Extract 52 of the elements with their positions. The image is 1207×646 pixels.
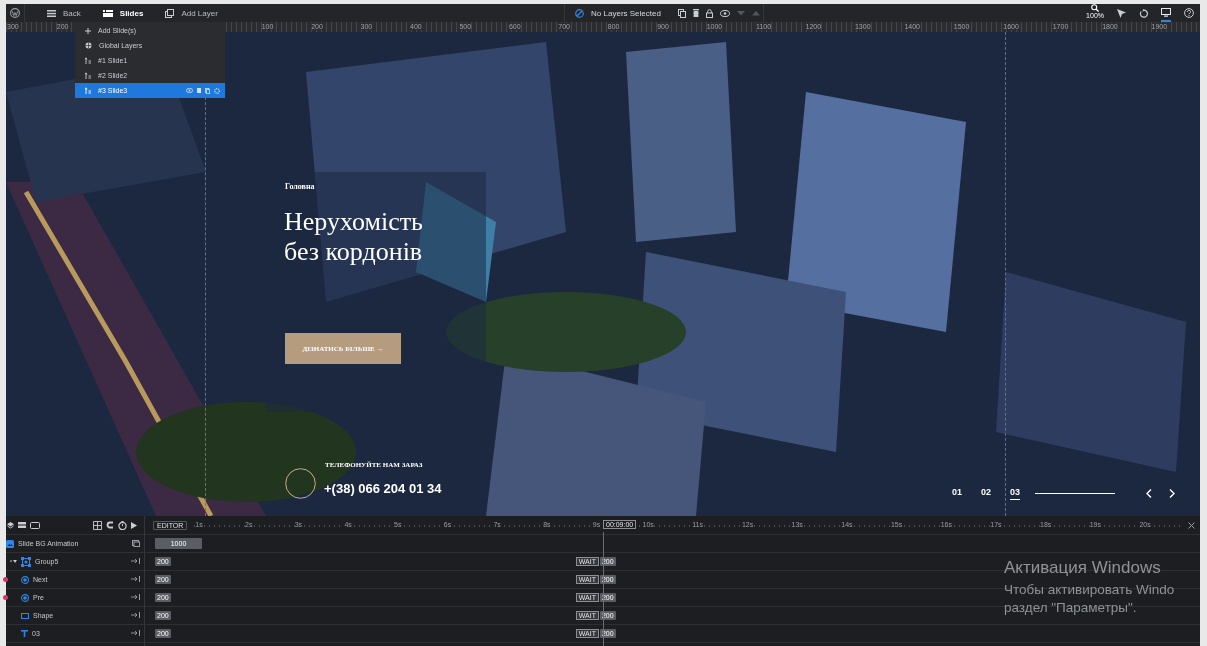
slide-icon [85, 87, 91, 94]
text-layer-icon [21, 630, 28, 637]
group-icon [21, 556, 31, 567]
toolbar-button[interactable]: Slides [94, 4, 152, 22]
slide-number[interactable]: 03 [1010, 487, 1021, 500]
globe-icon [85, 42, 92, 49]
undo-icon[interactable] [1139, 8, 1148, 18]
caret-icon[interactable] [10, 559, 17, 564]
cursor-icon[interactable] [1117, 8, 1126, 18]
toolbar-button[interactable]: Add Layer [157, 4, 226, 22]
close-icon[interactable] [1188, 521, 1195, 529]
layers-icon[interactable] [7, 521, 14, 529]
lock-icon[interactable] [705, 8, 713, 18]
arrow-to-bar-icon[interactable] [131, 612, 140, 618]
activation-text: Чтобы активировать Windo [1004, 581, 1175, 599]
arrow-to-bar-icon[interactable] [131, 630, 140, 636]
monitor-icon [1161, 7, 1171, 17]
toolbar-button[interactable]: Back [39, 4, 89, 22]
logo-icon[interactable] [10, 8, 20, 18]
copy-icon[interactable] [132, 539, 140, 547]
copy-icon[interactable] [677, 8, 686, 18]
chevron-right-icon[interactable] [1169, 489, 1176, 498]
arrow-to-bar-icon[interactable] [131, 576, 140, 582]
arrow-to-bar-icon[interactable] [131, 594, 140, 600]
slide-icon [85, 57, 91, 64]
grid-icon[interactable] [93, 520, 102, 530]
play-icon[interactable] [131, 521, 137, 529]
rectangle-icon[interactable] [30, 521, 40, 529]
chevron-left-icon[interactable] [1146, 489, 1153, 498]
search-icon [1091, 4, 1100, 12]
slide-heading: Нерухомість без кордонів [284, 207, 424, 267]
no-selection-icon [575, 8, 585, 18]
layer-status-text: No Layers Selected [591, 8, 661, 18]
circle-icon [285, 468, 316, 499]
magnet-icon[interactable] [106, 521, 114, 529]
menu-icon[interactable] [47, 9, 56, 17]
plus-icon [85, 27, 91, 34]
slide-icon [85, 72, 91, 79]
trash-icon[interactable] [692, 9, 699, 17]
phone-number: +(38) 066 204 01 34 [324, 481, 442, 496]
activation-title: Активация Windows [1004, 558, 1162, 578]
rectangle-icon [21, 612, 29, 619]
eye-icon[interactable] [719, 9, 730, 17]
timer-icon[interactable] [118, 520, 127, 530]
activation-text: раздел "Параметры". [1004, 599, 1138, 617]
slide-number[interactable]: 01 [952, 487, 962, 500]
list-icon[interactable] [102, 9, 113, 17]
slide-number[interactable]: 02 [981, 487, 992, 500]
arrow-to-bar-icon[interactable] [131, 558, 140, 564]
help-icon[interactable] [1184, 8, 1194, 18]
layers-icon[interactable] [165, 8, 175, 18]
eyebrow-text: Головна [285, 182, 315, 191]
